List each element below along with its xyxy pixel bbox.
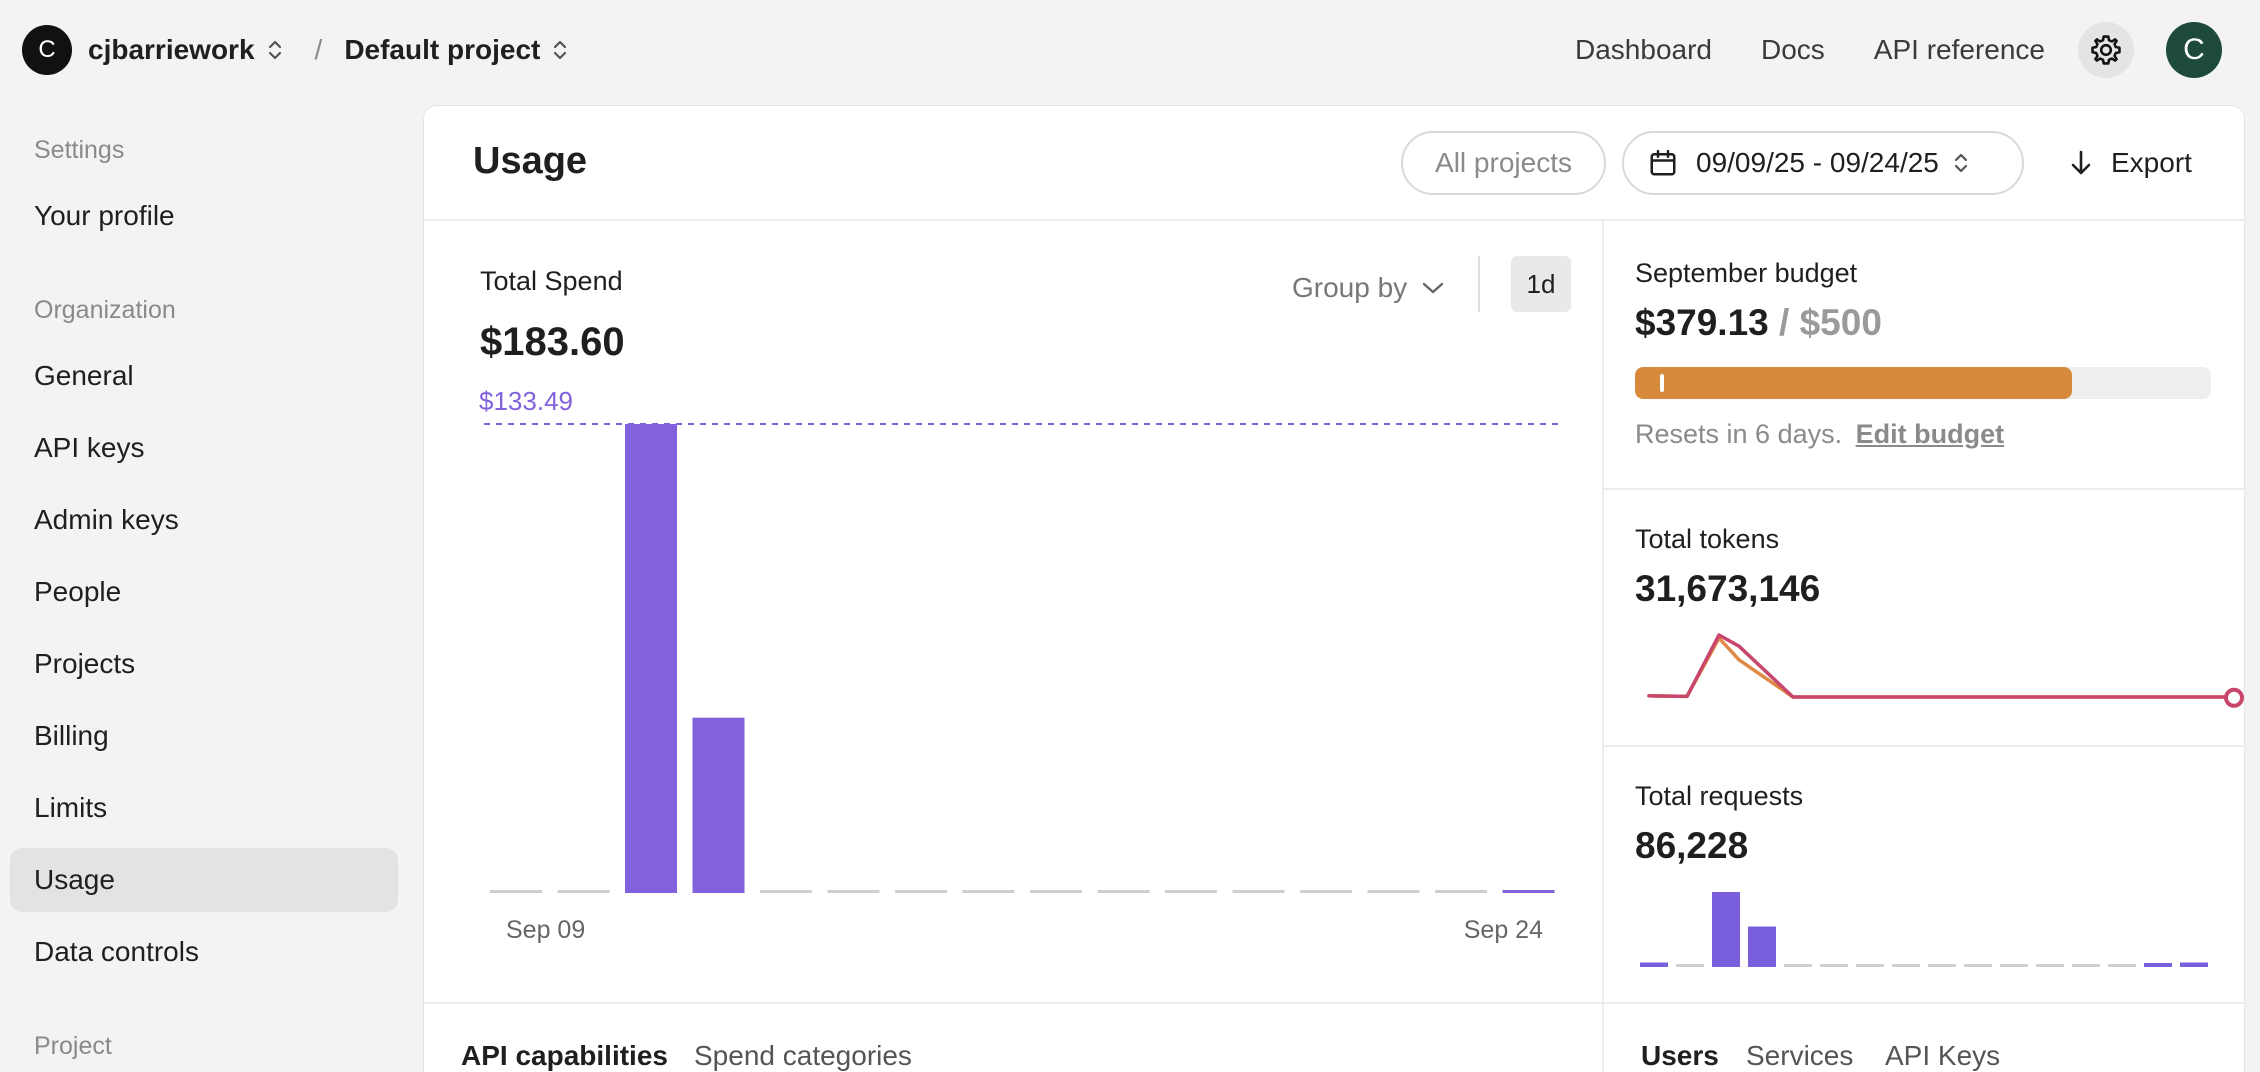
requests-bar-empty (2072, 964, 2100, 967)
sidebar-item-projects[interactable]: Projects (10, 632, 398, 696)
requests-bar-empty (1928, 964, 1956, 967)
sidebar-item-general[interactable]: General (10, 344, 398, 408)
nav-docs[interactable]: Docs (1761, 34, 1825, 66)
requests-bar-empty (1676, 964, 1704, 967)
requests-bar-empty (2036, 964, 2064, 967)
tab-services[interactable]: Services (1746, 1040, 1853, 1072)
requests-bar-empty (2108, 964, 2136, 967)
nav-api-reference[interactable]: API reference (1874, 34, 2045, 66)
sidebar-item-admin-keys[interactable]: Admin keys (10, 488, 398, 552)
settings-button[interactable] (2078, 22, 2134, 78)
project-switcher[interactable]: Default project (344, 34, 568, 66)
requests-bar-empty (1820, 964, 1848, 967)
project-name: Default project (344, 34, 541, 65)
chevron-up-down-icon (268, 40, 281, 60)
total-requests-chart (1640, 892, 2208, 967)
tab-api-capabilities[interactable]: API capabilities (461, 1040, 668, 1072)
requests-bar-empty (2000, 964, 2028, 967)
sidebar-section-organization: Organization (34, 296, 176, 324)
requests-bar-empty (1856, 964, 1884, 967)
top-nav: Dashboard Docs API reference (1575, 0, 2045, 100)
sidebar-item-limits[interactable]: Limits (10, 776, 398, 840)
gear-icon (2091, 35, 2121, 65)
sidebar-item-billing[interactable]: Billing (10, 704, 398, 768)
sidebar-section-settings: Settings (34, 136, 125, 164)
tab-spend-categories[interactable]: Spend categories (694, 1040, 912, 1072)
tab-users[interactable]: Users (1641, 1040, 1719, 1072)
requests-bar (1712, 892, 1740, 967)
usage-panel: Usage All projects 09/09/25 - 09/24/25 E… (423, 105, 2246, 1072)
requests-bar (2180, 962, 2208, 967)
requests-bar-empty (1784, 964, 1812, 967)
chevron-up-down-icon (554, 40, 567, 60)
org-name: cjbarriework (88, 34, 255, 65)
requests-bar-empty (1892, 964, 1920, 967)
sidebar-item-data-controls[interactable]: Data controls (10, 920, 398, 984)
user-avatar[interactable]: C (2166, 22, 2222, 78)
sidebar-item-people[interactable]: People (10, 560, 398, 624)
sidebar-item-your-profile[interactable]: Your profile (10, 184, 398, 248)
org-switcher[interactable]: cjbarriework (88, 34, 283, 66)
sidebar-item-usage[interactable]: Usage (10, 848, 398, 912)
requests-bar (1748, 926, 1776, 967)
tab-api-keys[interactable]: API Keys (1885, 1040, 2000, 1072)
org-avatar[interactable]: C (22, 25, 72, 75)
requests-bar (2144, 963, 2172, 967)
requests-bar (1640, 962, 1668, 967)
sidebar-section-project: Project (34, 1032, 112, 1060)
breadcrumb-separator: / (314, 34, 323, 65)
sidebar-item-api-keys[interactable]: API keys (10, 416, 398, 480)
nav-dashboard[interactable]: Dashboard (1575, 34, 1712, 66)
requests-bar-empty (1964, 964, 1992, 967)
